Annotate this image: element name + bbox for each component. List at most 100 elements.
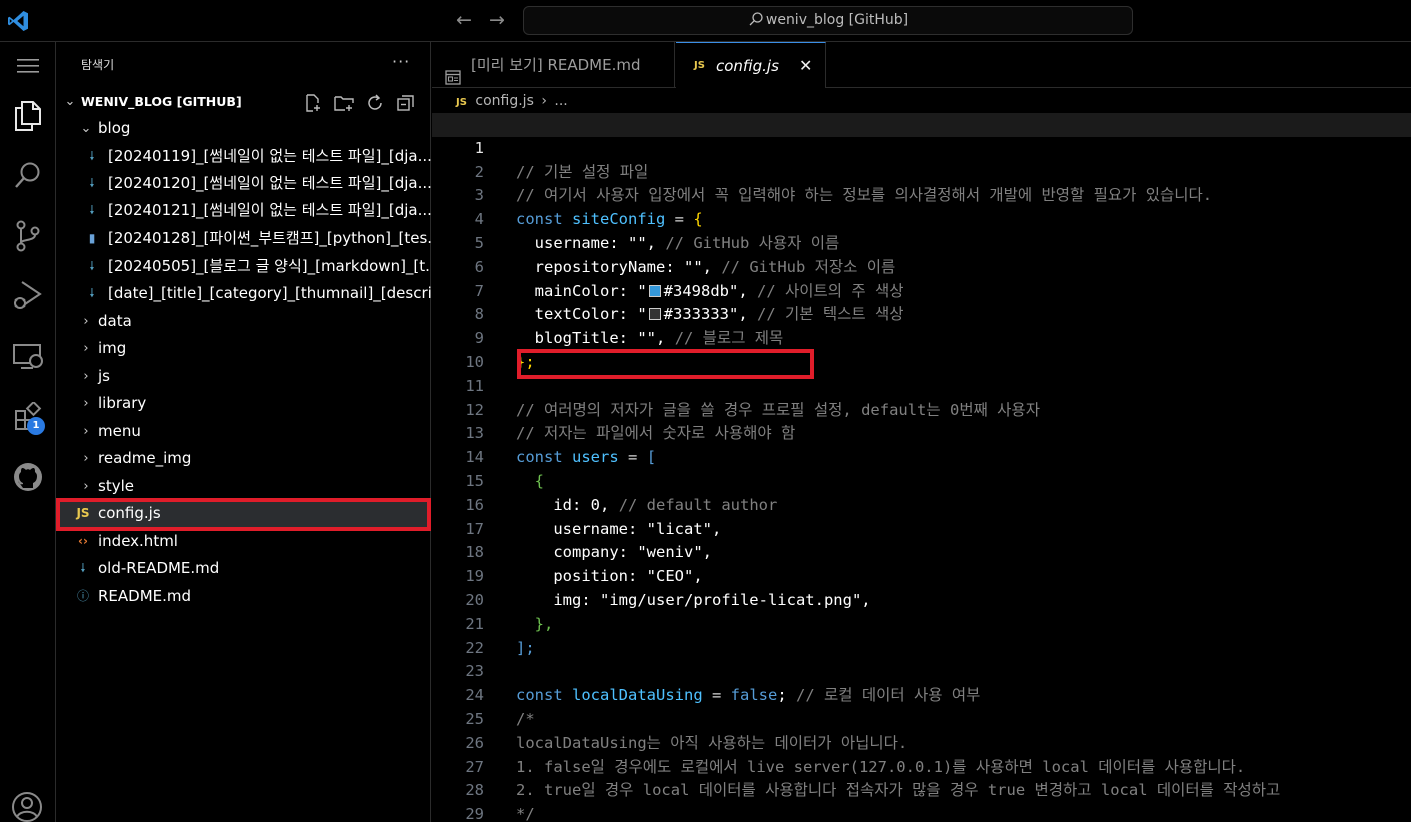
tree-file[interactable]: 🠗 old-README.md (56, 555, 431, 582)
new-folder-icon[interactable] (333, 93, 355, 113)
chevron-right-icon: › (83, 341, 89, 356)
code-line[interactable]: 10 (432, 327, 1411, 371)
code-line[interactable]: 6 mainColor: " #3498db", // 사이트의 주 색상 (432, 232, 1411, 300)
code-line[interactable]: 18 position: "CEO", (432, 518, 1411, 585)
tree-file-config-js[interactable]: JS config.js (56, 500, 431, 527)
breadcrumb-file[interactable]: config.js (475, 93, 533, 109)
code-line[interactable]: 29 (432, 779, 1411, 822)
tree-item-label: [date]_[title]_[category]_[thumnail]_[de… (108, 284, 431, 302)
code-line[interactable]: 27 2. true일 경우 local 데이터를 사용합니다 접속자가 많을 … (432, 732, 1411, 800)
tab-label: config.js (716, 57, 779, 75)
tree-file[interactable]: 🠗 [20240505]_[블로그 글 양식]_[markdown]_[t... (56, 253, 431, 280)
tree-item-label: data (98, 312, 132, 330)
tree-file[interactable]: ⓘ README.md (56, 583, 431, 610)
explorer-icon[interactable] (0, 92, 56, 140)
run-debug-icon[interactable] (0, 271, 56, 319)
collapse-all-icon[interactable] (395, 93, 417, 113)
code-line[interactable]: 14 { (432, 422, 1411, 490)
tree-item-label: [20240505]_[블로그 글 양식]_[markdown]_[t... (108, 257, 431, 275)
code-line[interactable]: 13 const users = [ (432, 399, 1411, 466)
tree-file[interactable]: ▮ [20240128]_[파이썬_부트캠프]_[python]_[tes... (56, 225, 431, 252)
remote-explorer-icon[interactable] (0, 332, 56, 380)
code-line[interactable]: 9 }; (432, 303, 1411, 371)
account-icon[interactable] (10, 790, 44, 822)
tree-file[interactable]: 🠗 [20240121]_[썸네일이 없는 테스트 파일]_[dja... (56, 197, 431, 224)
tree-folder[interactable]: › data (56, 308, 431, 335)
tree-item-label: old-README.md (98, 559, 220, 577)
search-icon (749, 12, 763, 26)
markdown-file-icon: 🠗 (89, 203, 95, 217)
code-line[interactable]: 21 ]; (432, 589, 1411, 657)
tree-folder[interactable]: › js (56, 363, 431, 390)
code-line[interactable]: 23 const localDataUsing = false; // 로컬 데… (432, 637, 1411, 704)
explorer-sidebar: 탐색기 ··· ⌄ WENIV_BLOG [GITHUB] ⌄ blog 🠗 [… (56, 42, 431, 822)
code-line[interactable]: 20 }, (432, 565, 1411, 633)
more-actions-icon[interactable]: ··· (392, 52, 410, 71)
code-line[interactable]: 1 // 기본 설정 파일 (432, 113, 1411, 181)
tree-item-label: blog (98, 119, 131, 137)
tree-item-label: library (98, 394, 147, 412)
new-file-icon[interactable] (302, 93, 324, 113)
tree-folder[interactable]: › img (56, 335, 431, 362)
code-editor[interactable]: 1 // 기본 설정 파일 2 // 여기서 사용자 입장에서 꼭 입력해야 하… (432, 113, 1411, 822)
code-line[interactable]: 2 // 여기서 사용자 입장에서 꼭 입력해야 하는 정보를 의사결정해서 개… (432, 137, 1411, 205)
tree-item-label: [20240120]_[썸네일이 없는 테스트 파일]_[dja... (108, 174, 431, 192)
tree-folder[interactable]: › library (56, 390, 431, 417)
code-line[interactable]: 5 repositoryName: "", // GitHub 저장소 이름 (432, 208, 1411, 276)
tree-file[interactable]: 🠗 [20240120]_[썸네일이 없는 테스트 파일]_[dja... (56, 170, 431, 197)
code-line[interactable]: 11 // 여러명의 저자가 글을 쓸 경우 프로필 설정, default는 … (432, 351, 1411, 419)
back-arrow-icon[interactable]: ← (452, 8, 476, 32)
js-file-icon: JS (694, 60, 705, 71)
js-file-icon: JS (76, 506, 90, 520)
chevron-down-icon: ⌄ (64, 94, 76, 109)
code-line[interactable]: 19 img: "img/user/profile-licat.png", (432, 541, 1411, 609)
breadcrumb-more[interactable]: ... (554, 93, 567, 109)
forward-arrow-icon[interactable]: → (485, 8, 509, 32)
code-line[interactable]: 12 // 저자는 파일에서 숫자로 사용해야 함 (432, 375, 1411, 443)
menu-icon[interactable] (0, 42, 56, 90)
tree-folder[interactable]: › menu (56, 418, 431, 445)
editor-area: [미리 보기] README.md JS config.js ✕ JS conf… (432, 42, 1411, 822)
code-line[interactable]: 4 username: "", // GitHub 사용자 이름 (432, 184, 1411, 252)
code-line[interactable]: 25 localDataUsing는 아직 사용하는 데이터가 아닙니다. (432, 684, 1411, 752)
tree-item-label: menu (98, 422, 141, 440)
tree-file[interactable]: ‹› index.html (56, 528, 431, 555)
tree-file[interactable]: 🠗 [date]_[title]_[category]_[thumnail]_[… (56, 280, 431, 307)
line-number: 29 (465, 805, 484, 822)
code-line[interactable]: 28 */ (432, 756, 1411, 822)
vscode-logo-icon[interactable] (6, 9, 30, 33)
title-bar: ← → weniv_blog [GitHub] (0, 0, 1411, 42)
chevron-right-icon: › (83, 479, 89, 494)
extensions-icon[interactable]: 1 (0, 393, 56, 441)
tab-config-js[interactable]: JS config.js ✕ (676, 42, 826, 88)
html-file-icon: ‹› (78, 534, 88, 548)
tree-folder[interactable]: › style (56, 473, 431, 500)
source-control-icon[interactable] (0, 212, 56, 260)
code-line[interactable]: 24 /* (432, 660, 1411, 728)
tree-item-label: img (98, 339, 127, 357)
tree-item-label: [20240121]_[썸네일이 없는 테스트 파일]_[dja... (108, 201, 431, 219)
code-line[interactable]: 22 (432, 613, 1411, 657)
code-line[interactable]: 16 username: "licat", (432, 470, 1411, 538)
code-line[interactable]: 8 blogTitle: "", // 블로그 제목 (432, 280, 1411, 347)
tree-folder[interactable]: › readme_img (56, 445, 431, 472)
code-line[interactable]: 15 id: 0, // default author (432, 446, 1411, 514)
command-center-search[interactable]: weniv_blog [GitHub] (523, 6, 1133, 35)
tree-item-label: [20240128]_[파이썬_부트캠프]_[python]_[tes... (108, 229, 431, 247)
tab-readme-preview[interactable]: [미리 보기] README.md (432, 42, 675, 88)
github-icon[interactable] (0, 453, 56, 501)
tree-item-label: [20240119]_[썸네일이 없는 테스트 파일]_[dja... (108, 147, 431, 165)
close-icon[interactable]: ✕ (799, 43, 812, 89)
tree-folder-blog[interactable]: ⌄ blog (56, 115, 431, 142)
code-line[interactable]: 17 company: "weniv", (432, 494, 1411, 562)
refresh-icon[interactable] (364, 93, 386, 113)
chevron-right-icon: › (83, 396, 89, 411)
tree-item-label: style (98, 477, 134, 495)
search-icon[interactable] (0, 151, 56, 199)
tree-file[interactable]: 🠗 [20240119]_[썸네일이 없는 테스트 파일]_[dja... (56, 143, 431, 170)
workspace-root[interactable]: ⌄ WENIV_BLOG [GITHUB] (56, 88, 431, 115)
code-line[interactable]: 3 const siteConfig = { (432, 161, 1411, 228)
markdown-file-icon: 🠗 (89, 176, 95, 190)
code-line[interactable]: 7 textColor: " #333333", // 기본 텍스트 색상 (432, 256, 1411, 324)
code-line[interactable]: 26 1. false일 경우에도 로컬에서 live server(127.0… (432, 708, 1411, 776)
